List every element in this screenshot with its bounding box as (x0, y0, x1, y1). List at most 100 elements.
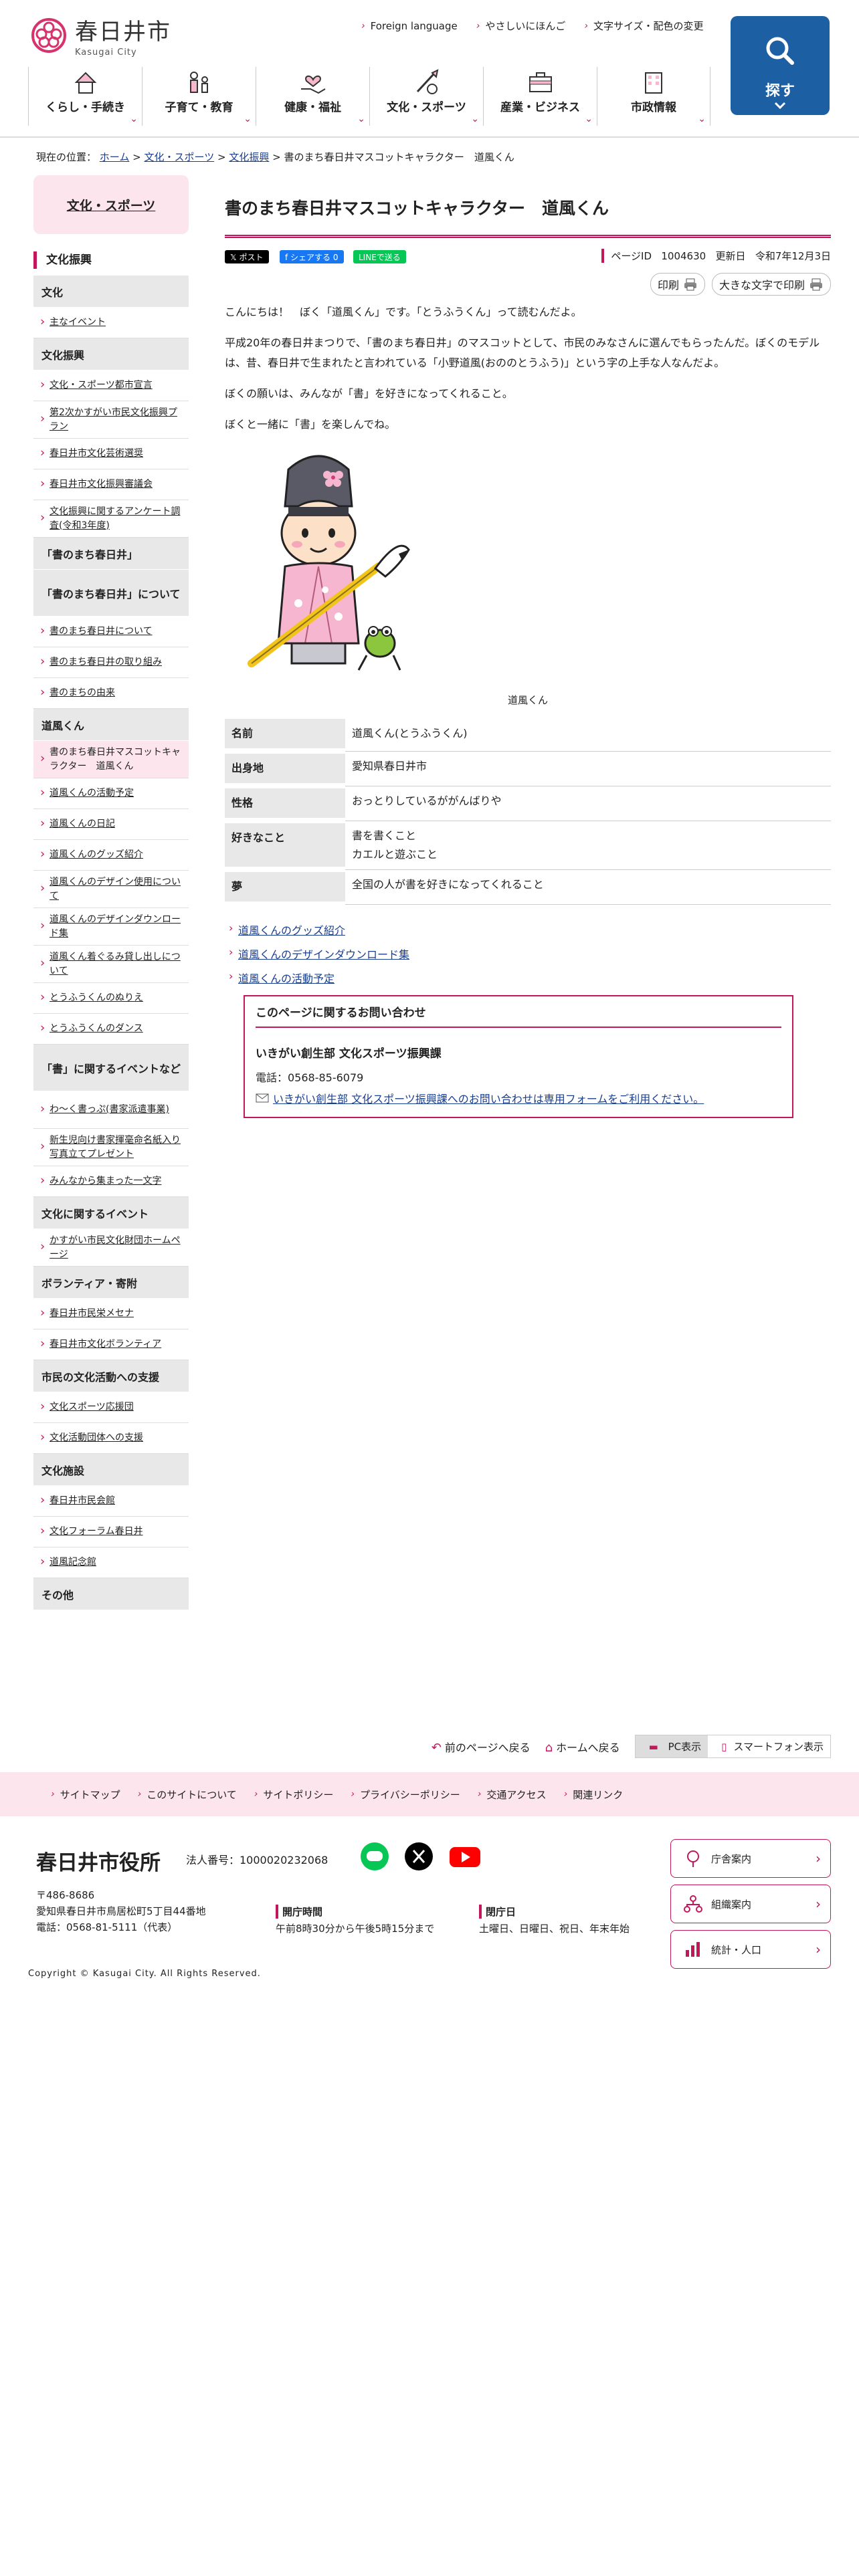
nav-living[interactable]: くらし・手続き ⌄ (28, 67, 142, 126)
sidebar-item[interactable]: わ〜く書っぷ(書家派遣事業) (33, 1091, 189, 1129)
back-button[interactable]: ↶ 前のページへ戻る (432, 1739, 531, 1755)
sidebar-item-current[interactable]: 書のまち春日井マスコットキャラクター 道風くん (33, 741, 189, 778)
organization-guide-link[interactable]: 組織案内 (670, 1885, 831, 1923)
nav-childcare[interactable]: 子育て・教育 ⌄ (142, 67, 256, 126)
x-icon[interactable] (404, 1842, 434, 1871)
search-button[interactable]: 探す (731, 16, 830, 115)
smartphone-view-button[interactable]: ▯ スマートフォン表示 (708, 1735, 830, 1757)
sidebar-item[interactable]: 文化スポーツ応援団 (33, 1392, 189, 1423)
footer-link-about[interactable]: › このサイトについて (138, 1788, 237, 1802)
sidebar-item[interactable]: 道風くんの活動予定 (33, 778, 189, 809)
profile-value: 愛知県春日井市 (352, 759, 427, 772)
sidebar-item[interactable]: 新生児向け書家揮毫命名紙入り写真立てプレゼント (33, 1129, 189, 1166)
sidebar-title[interactable]: 文化・スポーツ (33, 175, 189, 234)
utility-links: › Foreign language › やさしいにほんご › 文字サイズ・配色の変更 (361, 19, 704, 33)
search-label: 探す (765, 83, 795, 100)
sidebar-item[interactable]: 道風くんのデザインダウンロード集 (33, 908, 189, 946)
paragraph: ぼくと一緒に「書」を楽しんでね。 (225, 418, 396, 431)
site-logo[interactable]: 春日井市 Kasugai City (31, 13, 171, 58)
sidebar-item[interactable]: 文化フォーラム春日井 (33, 1517, 189, 1547)
sidebar-item[interactable]: 主なイベント (33, 308, 189, 338)
address: 愛知県春日井市鳥居松町5丁目44番地 (36, 1905, 206, 1917)
x-post-button[interactable]: 𝕏 ポスト (225, 250, 269, 263)
line-share-button[interactable]: LINEで送る (353, 250, 406, 263)
line-icon[interactable] (360, 1842, 389, 1871)
chevron-down-icon: ⌄ (585, 114, 593, 124)
org-chart-icon (684, 1895, 702, 1913)
building-guide-link[interactable]: 庁舎案内 (670, 1839, 831, 1878)
footer-org-name: 春日井市役所 (36, 1851, 161, 1875)
sidebar-item[interactable]: 春日井市文化ボランティア (33, 1329, 189, 1360)
related-link-design-download[interactable]: 道風くんのデザインダウンロード集 (229, 946, 831, 962)
sidebar-item[interactable]: 道風くんのグッズ紹介 (33, 840, 189, 871)
foreign-language-link[interactable]: › Foreign language (361, 19, 458, 33)
sidebar-item[interactable]: 文化活動団体への支援 (33, 1423, 189, 1454)
sidebar-item[interactable]: 道風記念館 (33, 1547, 189, 1578)
sidebar-category: 文化 (33, 276, 189, 308)
closed-title: 閉庁日 (479, 1905, 630, 1919)
sidebar-item[interactable]: かすがい市民文化財団ホームページ (33, 1229, 189, 1267)
footer-corp-number: 法人番号：1000020232068 (186, 1854, 328, 1866)
sidebar-item[interactable]: 道風くんのデザイン使用について (33, 871, 189, 908)
sidebar-item[interactable]: 道風くんの日記 (33, 809, 189, 840)
profile-value: 書を書くこと カエルと遊ぶこと (345, 821, 831, 869)
footer-link-sitemap[interactable]: › サイトマップ (51, 1788, 120, 1802)
breadcrumb-home[interactable]: ホーム (100, 151, 130, 163)
page-meta: ページID 1004630 更新日 令和7年12月3日 (601, 249, 831, 263)
related-link-goods[interactable]: 道風くんのグッズ紹介 (229, 922, 831, 938)
easy-japanese-link[interactable]: › やさしいにほんご (476, 19, 566, 33)
sidebar-item[interactable]: 春日井市民栄メセナ (33, 1299, 189, 1329)
sidebar-item[interactable]: 春日井市民会館 (33, 1486, 189, 1517)
breadcrumb-culture-sports[interactable]: 文化・スポーツ (145, 151, 215, 163)
sidebar-item[interactable]: 春日井市文化芸術選奨 (33, 439, 189, 469)
sidebar-item[interactable]: 第2次かすがい市民文化振興プラン (33, 401, 189, 439)
breadcrumb-separator: > (132, 151, 141, 163)
page-id-label: ページID (611, 250, 652, 262)
chevron-right-icon: › (361, 20, 365, 31)
breadcrumb-prefix: 現在の位置： (36, 151, 97, 163)
nav-business[interactable]: 産業・ビジネス ⌄ (483, 67, 597, 126)
mail-icon (256, 1093, 269, 1103)
print-button[interactable]: 印刷 (650, 273, 705, 296)
sidebar-item[interactable]: とうふうくんのぬりえ (33, 983, 189, 1014)
sidebar-item[interactable]: 文化・スポーツ都市宣言 (33, 370, 189, 401)
related-link-schedule[interactable]: 道風くんの活動予定 (229, 970, 831, 986)
table-row: 性格 おっとりしているががんばりや (225, 786, 831, 823)
sidebar-item[interactable]: 春日井市文化振興審議会 (33, 469, 189, 500)
sidebar-item[interactable]: みんなから集まった一文字 (33, 1166, 189, 1197)
profile-value: おっとりしているががんばりや (352, 794, 502, 807)
breadcrumb-separator: > (217, 151, 226, 163)
printer-icon (810, 278, 822, 291)
sidebar-item[interactable]: 書のまち春日井について (33, 617, 189, 647)
sidebar-current-section: 文化振興 (33, 251, 189, 269)
sidebar-item[interactable]: 道風くん着ぐるみ貸し出しについて (33, 946, 189, 983)
logo-subtitle: Kasugai City (75, 47, 137, 58)
sidebar-item[interactable]: 文化振興に関するアンケート調査(令和3年度) (33, 500, 189, 538)
footer-link-related[interactable]: › 関連リンク (564, 1788, 624, 1802)
print-large-button[interactable]: 大きな文字で印刷 (711, 273, 831, 296)
sidebar-category: その他 (33, 1578, 189, 1610)
home-button[interactable]: ⌂ ホームへ戻る (545, 1739, 620, 1755)
nav-health[interactable]: 健康・福祉 ⌄ (256, 67, 369, 126)
paragraph: 平成20年の春日井まつりで、「書のまち春日井」のマスコットとして、市民のみなさん… (225, 336, 820, 369)
sidebar-category: 「書」に関するイベントなど (33, 1045, 189, 1091)
statistics-link[interactable]: 統計・人口 (670, 1930, 831, 1969)
youtube-icon[interactable] (448, 1842, 482, 1871)
footer-link-access[interactable]: › 交通アクセス (478, 1788, 547, 1802)
footer-link-site-policy[interactable]: › サイトポリシー (254, 1788, 334, 1802)
nav-city-info[interactable]: 市政情報 ⌄ (597, 67, 710, 126)
font-color-settings-link[interactable]: › 文字サイズ・配色の変更 (584, 19, 703, 33)
sidebar-category: 文化振興 (33, 338, 189, 370)
print-buttons: 印刷 大きな文字で印刷 (650, 273, 831, 296)
breadcrumb-current: 書のまち春日井マスコットキャラクター 道風くん (284, 151, 514, 163)
sidebar-item[interactable]: とうふうくんのダンス (33, 1014, 189, 1045)
footer-link-privacy[interactable]: › プライバシーポリシー (351, 1788, 460, 1802)
facebook-share-button[interactable]: f シェアする 0 (280, 250, 344, 263)
breadcrumb-culture-promotion[interactable]: 文化振興 (229, 151, 269, 163)
table-row: 好きなこと 書を書くこと カエルと遊ぶこと (225, 821, 831, 872)
nav-culture-sports[interactable]: 文化・スポーツ ⌄ (369, 67, 483, 126)
pc-view-button[interactable]: ▬ PC表示 (635, 1735, 708, 1757)
sidebar-item[interactable]: 書のまちの由来 (33, 678, 189, 709)
contact-form-link[interactable]: いきがい創生部 文化スポーツ振興課へのお問い合わせは専用フォームをご利用ください… (256, 1090, 781, 1106)
sidebar-item[interactable]: 書のまち春日井の取り組み (33, 647, 189, 678)
